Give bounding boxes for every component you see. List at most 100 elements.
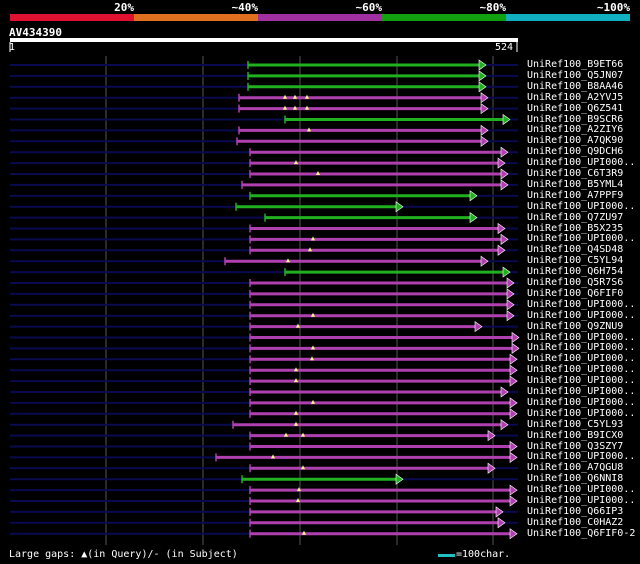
hit-label[interactable]: UniRef100_Q6FIF0	[527, 288, 623, 299]
hit-label[interactable]: UniRef100_A7PPF9	[527, 190, 623, 201]
hit-label[interactable]: UniRef100_UPI000..	[527, 408, 635, 419]
hit-label[interactable]: UniRef100_Q5JN07	[527, 70, 623, 81]
hit-label[interactable]: UniRef100_UPI000..	[527, 386, 635, 397]
hit-label[interactable]: UniRef100_Q6FIF0-2	[527, 528, 635, 539]
hit-label[interactable]: UniRef100_B9ET66	[527, 59, 623, 70]
scale-legend: =100char.	[456, 549, 511, 560]
hit-label[interactable]: UniRef100_Q7ZU97	[527, 212, 623, 223]
hit-arrowhead	[509, 408, 518, 420]
hit-label[interactable]: UniRef100_Q4SD48	[527, 244, 623, 255]
hit-arrowhead	[511, 331, 520, 344]
scale-label: ~100%	[596, 1, 630, 14]
hit-label[interactable]: UniRef100_UPI000..	[527, 397, 635, 408]
hit-arrowhead	[469, 212, 478, 224]
hit-label[interactable]: UniRef100_UPI000..	[527, 451, 635, 462]
scale-label: ~80%	[479, 1, 507, 14]
hit-arrowhead	[395, 201, 404, 213]
query-bar	[10, 38, 518, 42]
hit-arrowhead	[509, 364, 518, 376]
hit-arrowhead	[500, 146, 509, 158]
hit-label[interactable]: UniRef100_C0HAZ2	[527, 517, 623, 528]
hit-arrowhead	[497, 157, 506, 169]
hit-arrowhead	[509, 484, 518, 496]
hit-label[interactable]: UniRef100_C5YL93	[527, 419, 623, 430]
hit-label[interactable]: UniRef100_B9ICX0	[527, 430, 623, 441]
scale-label: 20%	[114, 1, 134, 14]
scale-label: ~40%	[231, 1, 259, 14]
hit-arrowhead	[495, 506, 504, 518]
hit-arrowhead	[474, 321, 483, 333]
hit-label[interactable]: UniRef100_Q6NNI8	[527, 473, 623, 484]
hit-arrowhead	[502, 113, 511, 126]
hit-arrowhead	[497, 517, 506, 529]
hit-arrowhead	[478, 59, 487, 71]
hit-arrowhead	[500, 168, 509, 180]
hit-arrowhead	[480, 124, 489, 136]
hit-label[interactable]: UniRef100_Q9ZNU9	[527, 321, 623, 332]
hit-label[interactable]: UniRef100_A7QGU8	[527, 462, 623, 473]
hit-arrowhead	[478, 81, 487, 93]
hit-arrowhead	[509, 353, 518, 365]
hit-label[interactable]: UniRef100_A2YVJ5	[527, 92, 623, 103]
hit-arrowhead	[506, 299, 515, 311]
scale-segment	[258, 14, 382, 21]
hit-arrowhead	[509, 397, 518, 409]
hit-arrowhead	[506, 288, 515, 300]
hit-label[interactable]: UniRef100_A7QK90	[527, 135, 623, 146]
hit-arrowhead	[506, 277, 515, 289]
hit-arrowhead	[480, 135, 489, 147]
hit-arrowhead	[480, 92, 489, 104]
hit-arrowhead	[509, 451, 518, 463]
hit-label[interactable]: UniRef100_UPI000..	[527, 375, 635, 386]
hit-label[interactable]: UniRef100_Q3SZY7	[527, 441, 623, 452]
hit-label[interactable]: UniRef100_UPI000..	[527, 353, 635, 364]
hit-arrowhead	[500, 386, 509, 398]
hit-arrowhead	[502, 266, 511, 278]
scale-segment	[506, 14, 630, 21]
hit-arrowhead	[395, 473, 404, 485]
hit-arrowhead	[487, 430, 496, 442]
query-start: 1	[9, 42, 16, 53]
hit-label[interactable]: UniRef100_B9SCR6	[527, 114, 623, 125]
query-end: 524	[495, 42, 514, 53]
hit-label[interactable]: UniRef100_Q6Z541	[527, 103, 623, 114]
hit-arrowhead	[509, 375, 518, 387]
hit-label[interactable]: UniRef100_A2ZIY6	[527, 124, 623, 135]
hit-arrowhead	[478, 70, 487, 82]
query-title: AV434390	[9, 26, 62, 39]
hit-label[interactable]: UniRef100_UPI000..	[527, 332, 635, 343]
hit-arrowhead	[469, 190, 478, 202]
hit-label[interactable]: UniRef100_B8AA46	[527, 81, 623, 92]
hit-label[interactable]: UniRef100_B5X235	[527, 223, 623, 234]
hit-label[interactable]: UniRef100_Q9DCH6	[527, 146, 623, 157]
hit-label[interactable]: UniRef100_UPI000..	[527, 310, 635, 321]
hit-label[interactable]: UniRef100_UPI000..	[527, 201, 635, 212]
hit-label[interactable]: UniRef100_Q66IP3	[527, 506, 623, 517]
scale-segment	[134, 14, 258, 21]
hit-label[interactable]: UniRef100_UPI000..	[527, 233, 635, 244]
hit-arrowhead	[500, 419, 509, 431]
hit-label[interactable]: UniRef100_C5YL94	[527, 255, 623, 266]
hit-label[interactable]: UniRef100_C6T3R9	[527, 168, 623, 179]
hit-arrowhead	[509, 440, 518, 453]
hit-label[interactable]: UniRef100_UPI000..	[527, 484, 635, 495]
scale-segment	[10, 14, 134, 21]
hit-arrowhead	[497, 222, 506, 235]
hit-arrowhead	[500, 233, 509, 245]
hit-label[interactable]: UniRef100_Q5R7S6	[527, 277, 623, 288]
hit-label[interactable]: UniRef100_UPI000..	[527, 495, 635, 506]
hit-label[interactable]: UniRef100_UPI000..	[527, 157, 635, 168]
hit-label[interactable]: UniRef100_B5YML4	[527, 179, 623, 190]
hit-label[interactable]: UniRef100_Q6H754	[527, 266, 623, 277]
scale-swatch	[438, 554, 455, 557]
gaps-legend: Large gaps: ▲(in Query)/- (in Subject)	[9, 549, 238, 560]
scale-segment	[382, 14, 506, 21]
hit-arrowhead	[497, 244, 506, 256]
hit-label[interactable]: UniRef100_UPI000..	[527, 364, 635, 375]
hit-arrowhead	[487, 462, 496, 474]
hit-arrowhead	[500, 179, 509, 191]
hit-arrowhead	[480, 103, 489, 115]
hit-label[interactable]: UniRef100_UPI000..	[527, 299, 635, 310]
hit-arrowhead	[511, 342, 520, 354]
hit-label[interactable]: UniRef100_UPI000..	[527, 342, 635, 353]
